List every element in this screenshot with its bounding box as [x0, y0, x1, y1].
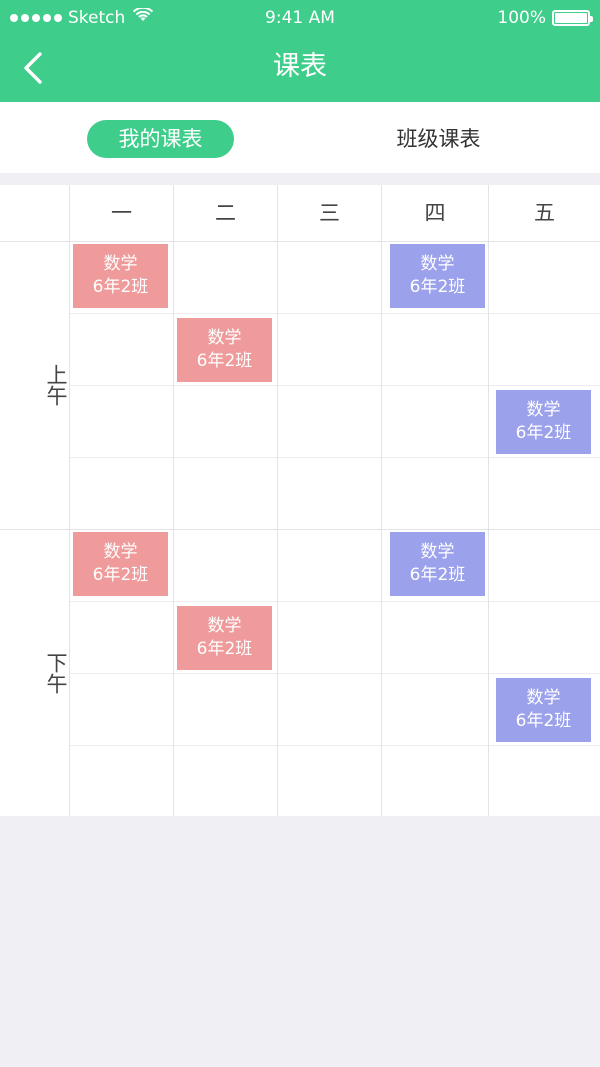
course-subject: 数学 — [207, 616, 242, 636]
tab-class-schedule[interactable]: 班级课表 — [365, 120, 512, 158]
grid-line — [0, 529, 600, 530]
grid-line — [277, 185, 278, 816]
course-subject: 数学 — [207, 328, 242, 348]
period-label-morning: 上午 — [44, 364, 68, 406]
course-class: 6年2班 — [92, 565, 149, 585]
course-block[interactable]: 数学 6年2班 — [177, 606, 272, 670]
day-header-tue: 二 — [215, 201, 236, 225]
tab-my-schedule[interactable]: 我的课表 — [87, 120, 234, 158]
period-label-afternoon: 下午 — [44, 652, 68, 694]
grid-line — [70, 745, 600, 746]
status-right: 100% — [497, 8, 593, 28]
day-header-thu: 四 — [424, 201, 446, 225]
course-block[interactable]: 数学 6年2班 — [496, 390, 591, 454]
course-block[interactable]: 数学 6年2班 — [390, 532, 485, 596]
grid-line — [70, 601, 600, 602]
grid-line — [0, 241, 600, 242]
grid-line — [488, 185, 489, 816]
course-subject: 数学 — [526, 400, 561, 420]
course-block[interactable]: 数学 6年2班 — [73, 532, 168, 596]
course-class: 6年2班 — [409, 565, 466, 585]
corner-cell — [0, 185, 69, 241]
course-class: 6年2班 — [196, 639, 253, 659]
grid-line — [69, 185, 70, 816]
status-bar: Sketch 9:41 AM 100% — [0, 0, 600, 36]
battery-percent: 100% — [497, 8, 546, 28]
grid-line — [173, 185, 174, 816]
day-header-fri: 五 — [534, 201, 555, 225]
course-class: 6年2班 — [92, 277, 149, 297]
grid-line — [70, 385, 600, 386]
grid-line — [70, 673, 600, 674]
grid-line — [70, 457, 600, 458]
course-subject: 数学 — [526, 688, 561, 708]
day-header-wed: 三 — [319, 201, 340, 225]
course-class: 6年2班 — [515, 711, 572, 731]
timetable-grid: 一 二 三 四 五 上午 下午 数学 6年2班 数学 6年2班 数学 6年2班 … — [0, 185, 600, 816]
course-block[interactable]: 数学 6年2班 — [73, 244, 168, 308]
course-class: 6年2班 — [515, 423, 572, 443]
course-class: 6年2班 — [196, 351, 253, 371]
course-subject: 数学 — [103, 254, 138, 274]
course-class: 6年2班 — [409, 277, 466, 297]
schedule-tabs: 我的课表 班级课表 — [0, 102, 600, 173]
course-block[interactable]: 数学 6年2班 — [496, 678, 591, 742]
course-subject: 数学 — [420, 542, 455, 562]
course-subject: 数学 — [420, 254, 455, 274]
app-header: Sketch 9:41 AM 100% 课表 — [0, 0, 600, 102]
page-title: 课表 — [273, 51, 327, 82]
grid-line — [70, 313, 600, 314]
course-block[interactable]: 数学 6年2班 — [177, 318, 272, 382]
battery-icon — [552, 10, 593, 26]
course-block[interactable]: 数学 6年2班 — [390, 244, 485, 308]
grid-line — [381, 185, 382, 816]
day-header-mon: 一 — [111, 201, 132, 225]
course-subject: 数学 — [103, 542, 138, 562]
